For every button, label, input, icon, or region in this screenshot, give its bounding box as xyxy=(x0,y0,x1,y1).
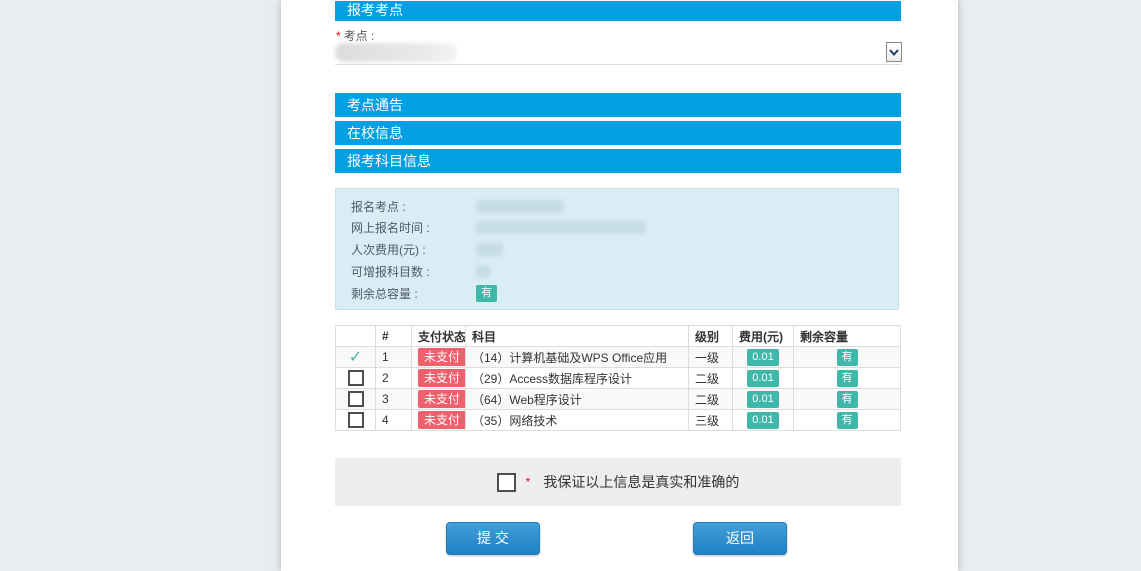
confirmation-bar: * 我保证以上信息是真实和准确的 xyxy=(335,458,901,506)
row-select-cell[interactable] xyxy=(336,389,376,410)
row-select-cell[interactable]: ✓ xyxy=(336,347,376,368)
subject-level: 二级 xyxy=(689,368,733,389)
pay-status-badge: 未支付 xyxy=(418,348,466,366)
row-checkbox[interactable] xyxy=(348,391,364,407)
summary-label: 可增报科目数 : xyxy=(351,263,476,280)
subject-name: （64）Web程序设计 xyxy=(466,389,689,410)
col-level: 级别 xyxy=(689,326,733,347)
summary-label: 网上报名时间 : xyxy=(351,219,476,236)
subject-level: 一级 xyxy=(689,347,733,368)
fee-badge: 0.01 xyxy=(747,349,778,366)
col-fee: 费用(元) xyxy=(733,326,794,347)
row-select-cell[interactable] xyxy=(336,368,376,389)
redacted-value xyxy=(476,200,564,213)
subjects-table: # 支付状态 科目 级别 费用(元) 剩余容量 ✓ 1 未支付 （14）计算机基… xyxy=(335,325,901,431)
table-row: 4 未支付 （35）网络技术 三级 0.01 有 xyxy=(336,410,901,431)
summary-label: 报名考点 : xyxy=(351,198,476,215)
capacity-badge: 有 xyxy=(476,285,497,302)
subject-level: 三级 xyxy=(689,410,733,431)
summary-label: 人次费用(元) : xyxy=(351,241,476,258)
col-subject: 科目 xyxy=(466,326,689,347)
row-checkbox[interactable] xyxy=(348,370,364,386)
exam-site-value-redacted xyxy=(335,43,457,62)
section-header-exam-site: 报考考点 xyxy=(335,1,901,21)
fee-badge: 0.01 xyxy=(747,391,778,408)
selected-checkmark-icon[interactable]: ✓ xyxy=(349,349,362,366)
row-number: 2 xyxy=(376,368,412,389)
subject-name: （14）计算机基础及WPS Office应用 xyxy=(466,347,689,368)
pay-status-badge: 未支付 xyxy=(418,369,466,387)
confirmation-text: 我保证以上信息是真实和准确的 xyxy=(543,472,739,492)
capacity-badge: 有 xyxy=(837,412,858,429)
col-number: # xyxy=(376,326,412,347)
summary-label: 剩余总容量 : xyxy=(351,285,476,302)
pay-status-badge: 未支付 xyxy=(418,411,466,429)
pay-status-badge: 未支付 xyxy=(418,390,466,408)
section-header-school-info[interactable]: 在校信息 xyxy=(335,121,901,145)
summary-row-addable: 可增报科目数 : xyxy=(336,262,898,280)
confirm-checkbox[interactable] xyxy=(497,473,516,492)
section-header-site-notice[interactable]: 考点通告 xyxy=(335,93,901,117)
select-dropdown-arrow-icon[interactable] xyxy=(886,42,902,62)
redacted-value xyxy=(476,243,503,256)
capacity-badge: 有 xyxy=(837,349,858,366)
redacted-value xyxy=(476,265,490,278)
table-header-row: # 支付状态 科目 级别 费用(元) 剩余容量 xyxy=(336,326,901,347)
row-number: 4 xyxy=(376,410,412,431)
exam-site-select[interactable] xyxy=(335,41,901,64)
summary-row-fee: 人次费用(元) : xyxy=(336,241,898,259)
table-row: 2 未支付 （29）Access数据库程序设计 二级 0.01 有 xyxy=(336,368,901,389)
col-pay-status: 支付状态 xyxy=(412,326,466,347)
required-asterisk: * xyxy=(526,475,531,489)
row-checkbox[interactable] xyxy=(348,412,364,428)
table-row: ✓ 1 未支付 （14）计算机基础及WPS Office应用 一级 0.01 有 xyxy=(336,347,901,368)
fee-badge: 0.01 xyxy=(747,370,778,387)
back-button[interactable]: 返回 xyxy=(693,522,787,555)
subjects-tbody: ✓ 1 未支付 （14）计算机基础及WPS Office应用 一级 0.01 有… xyxy=(336,347,901,431)
capacity-badge: 有 xyxy=(837,370,858,387)
table-row: 3 未支付 （64）Web程序设计 二级 0.01 有 xyxy=(336,389,901,410)
select-underline xyxy=(335,64,901,65)
capacity-badge: 有 xyxy=(837,391,858,408)
row-number: 1 xyxy=(376,347,412,368)
registration-summary-panel: 报名考点 : 网上报名时间 : 人次费用(元) : 可增报科目数 : 剩余总容量… xyxy=(335,188,899,310)
summary-row-site: 报名考点 : xyxy=(336,197,898,215)
redacted-value xyxy=(476,221,646,234)
summary-row-time: 网上报名时间 : xyxy=(336,219,898,237)
row-select-cell[interactable] xyxy=(336,410,376,431)
form-panel: 报考考点 *考点 : 考点通告 在校信息 报考科目信息 报名考点 : 网上报名时… xyxy=(281,0,958,571)
section-header-subject-info[interactable]: 报考科目信息 xyxy=(335,149,901,173)
fee-badge: 0.01 xyxy=(747,412,778,429)
form-content: 报考考点 *考点 : 考点通告 在校信息 报考科目信息 报名考点 : 网上报名时… xyxy=(335,0,901,571)
col-capacity: 剩余容量 xyxy=(794,326,901,347)
row-number: 3 xyxy=(376,389,412,410)
subject-name: （35）网络技术 xyxy=(466,410,689,431)
col-select xyxy=(336,326,376,347)
subject-name: （29）Access数据库程序设计 xyxy=(466,368,689,389)
submit-button[interactable]: 提 交 xyxy=(446,522,540,555)
subject-level: 二级 xyxy=(689,389,733,410)
summary-row-capacity: 剩余总容量 : 有 xyxy=(336,284,898,302)
